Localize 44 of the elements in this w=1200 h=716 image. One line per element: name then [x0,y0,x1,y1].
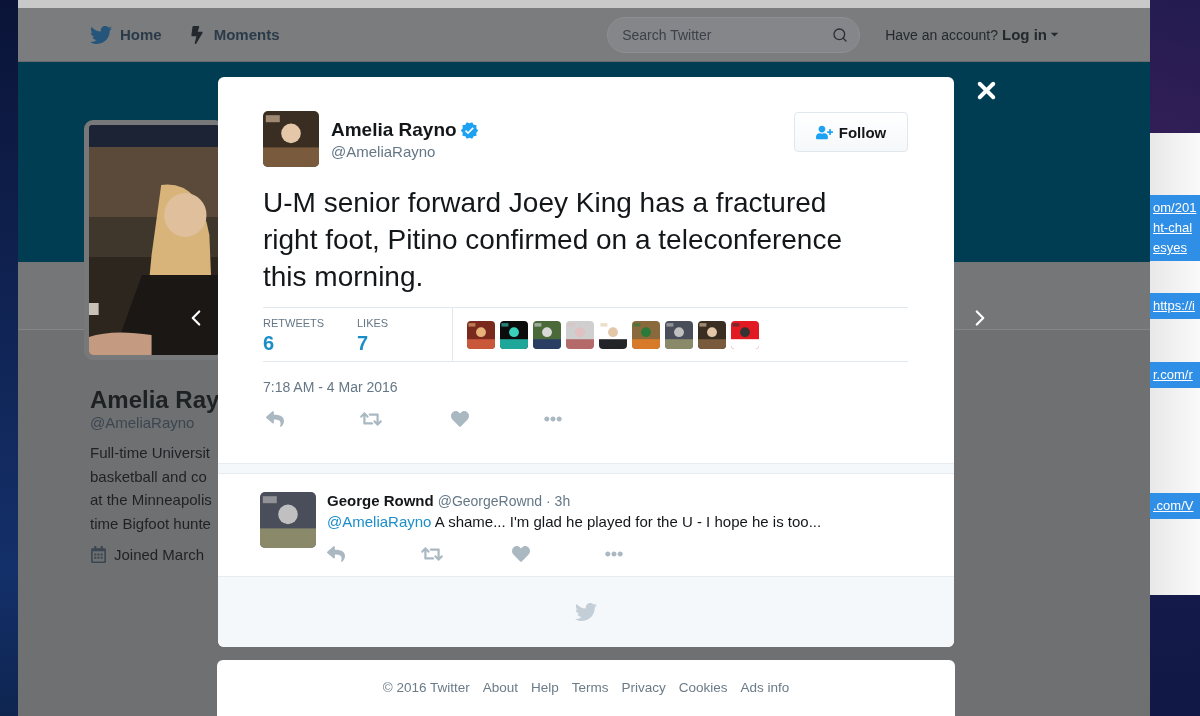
reply-icon[interactable] [327,545,345,563]
footer-link[interactable]: Terms [571,680,609,716]
add-user-icon [815,123,833,141]
stat-count[interactable]: 7 [357,332,451,355]
mention-link[interactable]: @AmeliaRayno [327,513,432,530]
footer-link[interactable]: About [482,680,518,716]
tweet-text: U-M senior forward Joey King has a fractured right foot, Pitino confirmed on a teleconference this morning. [262,186,843,294]
link[interactable]: r.com/r [1150,362,1200,388]
reply-text: @AmeliaRayno A shame... I'm glad he played for the U - I hope he is too... [327,513,822,530]
bio-line: time Bigfoot hunte [90,513,212,534]
stat-count[interactable]: 6 [263,332,357,355]
reply-author-name[interactable]: George Rownd [327,492,434,509]
bird-icon [575,601,597,623]
footer-link[interactable]: Privacy [621,680,666,716]
footer-link[interactable]: Ads info [740,680,790,716]
stat-label: LIKES [357,317,390,329]
search-icon[interactable] [832,26,849,43]
author-name[interactable]: Amelia Rayno [331,119,457,141]
author-handle[interactable]: @AmeliaRayno [331,143,479,160]
joined-date: Joined March [114,546,205,563]
bio-line: Full-time Universit [90,443,211,463]
reply-icon[interactable] [266,410,284,428]
tweet-date: 7:18 AM - 4 Mar 2016 [262,378,399,395]
search-field[interactable]: Search Twitter [607,16,861,53]
login-link[interactable]: Log in [1002,26,1062,43]
bird-icon [90,23,112,46]
nav-link[interactable]: Home [90,23,162,46]
footer-link[interactable]: Cookies [678,680,728,716]
link[interactable]: om/201 ht-chal esyes [1150,195,1200,261]
calendar-icon [90,546,107,563]
bio-line: basketball and co [90,466,208,487]
reply-meta: @GeorgeRownd · 3h [437,493,571,509]
heart-icon[interactable] [451,410,469,428]
link[interactable]: https://i [1150,293,1200,319]
follow-button[interactable]: Follow [794,112,908,152]
stat-label: RETWEETS [263,317,326,329]
link[interactable]: .com/V [1150,493,1200,519]
footer-link[interactable]: Help [530,680,559,716]
bio-line: at the Minneapolis [90,490,212,510]
heart-icon[interactable] [512,545,530,563]
nav-link[interactable]: Moments [187,25,280,44]
footer-link[interactable]: © 2016 Twitter [382,680,470,716]
account-prompt: Have an account? [885,26,998,43]
profile-name: Amelia Ray [90,386,220,414]
